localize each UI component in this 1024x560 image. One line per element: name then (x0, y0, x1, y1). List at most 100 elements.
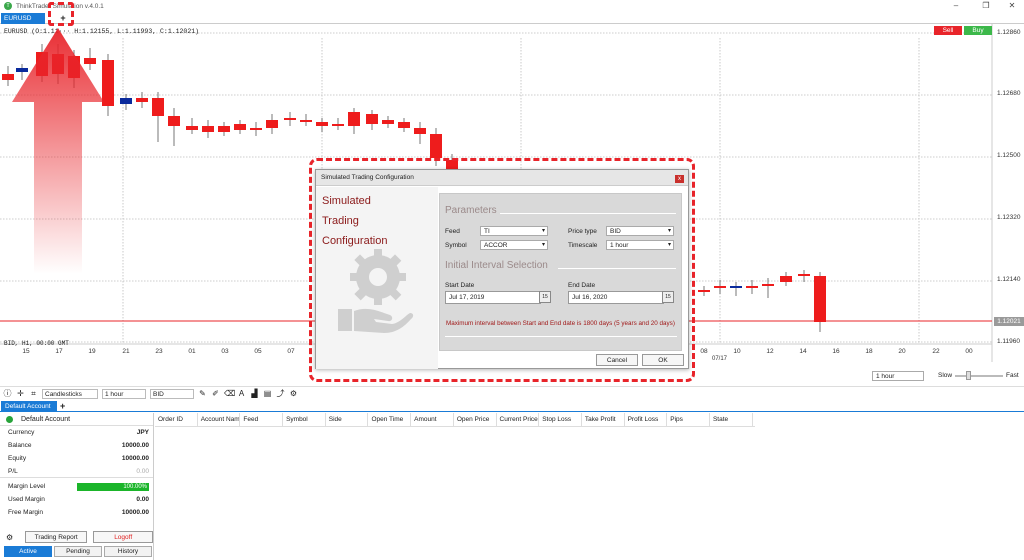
add-account-tab-button[interactable]: + (60, 401, 65, 411)
feed-select[interactable]: TI (480, 226, 548, 236)
indicator-icon[interactable]: ⤴ (276, 388, 285, 399)
pen-icon[interactable]: ✎ (198, 389, 207, 398)
speed-slider-track[interactable] (955, 375, 1003, 377)
column-header[interactable]: Stop Loss (539, 413, 582, 426)
calendar-icon[interactable]: 15 (662, 291, 674, 303)
account-row: Equity 10000.00 (0, 452, 153, 465)
crosshair-icon[interactable]: ✛ (16, 389, 25, 398)
sell-button[interactable]: Sell (934, 26, 962, 35)
parameters-panel: Parameters Feed TI Price type BID Symbol… (439, 193, 682, 351)
column-header[interactable]: State (710, 413, 753, 426)
eraser-icon[interactable]: ⌫ (224, 389, 235, 398)
start-date-input[interactable]: Jul 17, 2019 (445, 291, 541, 304)
date-axis-label: 23 (155, 348, 163, 355)
candle-body (366, 114, 378, 124)
account-name: Default Account (21, 415, 71, 423)
tab-pending[interactable]: Pending (54, 546, 102, 557)
symbol-select[interactable]: ACCOR (480, 240, 548, 250)
date-axis-label: 19 (88, 348, 96, 355)
dialog-close-button[interactable]: x (675, 175, 684, 183)
column-header[interactable]: Feed (240, 413, 284, 426)
feed-label: Feed (445, 228, 460, 235)
buy-button[interactable]: Buy (964, 26, 992, 35)
account-row-value: JPY (136, 429, 149, 436)
minimize-button[interactable]: – (944, 0, 968, 12)
candle-body (780, 276, 792, 282)
info-icon[interactable]: ⓘ (3, 388, 12, 399)
text-icon[interactable]: A (237, 389, 246, 398)
column-header[interactable]: Amount (411, 413, 454, 426)
candle-body (714, 286, 726, 288)
speed-slider-thumb[interactable] (966, 371, 971, 380)
drawing-tools-icon[interactable]: ▟ (250, 389, 259, 398)
column-header[interactable]: Open Price (454, 413, 497, 426)
margin-level-bar: 100.00% (77, 482, 149, 491)
column-header[interactable]: Open Time (368, 413, 412, 426)
pencil-icon[interactable]: ✐ (211, 389, 220, 398)
maximize-button[interactable]: ❐ (974, 0, 998, 12)
column-header[interactable]: Symbol (283, 413, 326, 426)
price-type-label: Price type (568, 228, 597, 235)
parameters-heading: Parameters (445, 205, 497, 216)
candle-body (234, 124, 246, 130)
speed-slow-label: Slow (938, 372, 953, 379)
account-row-value: 10000.00 (121, 455, 149, 462)
account-row-label: Balance (8, 442, 32, 449)
price-type-select[interactable]: BID (606, 226, 674, 236)
column-header[interactable]: Current Price (497, 413, 540, 426)
tab-active[interactable]: Active (4, 546, 52, 557)
close-window-button[interactable]: ✕ (1000, 0, 1024, 12)
timeframe-select[interactable]: 1 hour (102, 388, 146, 399)
used-margin-row: Used Margin 0.00 (0, 493, 153, 506)
tab-default-account[interactable]: Default Account (1, 401, 57, 412)
logoff-button[interactable]: Logoff (93, 531, 154, 543)
candle-body (300, 120, 312, 122)
price-type-select[interactable]: BID (150, 388, 194, 399)
side-title-line: Configuration (322, 235, 388, 247)
price-axis-label: 1.11960 (997, 338, 1021, 345)
used-margin-value: 0.00 (136, 496, 149, 503)
cancel-button[interactable]: Cancel (596, 354, 638, 366)
date-axis-label: 17 (55, 348, 63, 355)
column-header[interactable]: Pips (667, 413, 710, 426)
price-axis-label: 1.12680 (997, 90, 1021, 97)
chart-toolbar: ⓘ ✛ ⌗ Candlesticks 1 hour BID ✎ ✐ ⌫ A ▟ … (0, 386, 1024, 400)
side-title-line: Trading (322, 215, 359, 227)
ok-button[interactable]: OK (642, 354, 684, 366)
candle-body (316, 122, 328, 126)
account-row: Currency JPY (0, 426, 153, 439)
column-header[interactable]: Order ID (155, 413, 198, 426)
date-axis-label: 20 (898, 348, 906, 355)
end-date-input[interactable]: Jul 16, 2020 (568, 291, 664, 304)
symbol-label: Symbol (445, 242, 467, 249)
crop-icon[interactable]: ⌗ (29, 389, 38, 399)
trading-report-button[interactable]: Trading Report (25, 531, 88, 543)
tab-history[interactable]: History (104, 546, 152, 557)
account-settings-icon[interactable]: ⚙ (6, 533, 13, 542)
column-header[interactable]: Account Name (198, 413, 241, 426)
date-axis-label: 07 (287, 348, 295, 355)
annotation-arrow-icon (12, 28, 104, 274)
dialog-side-panel: Simulated Trading Configuration (316, 187, 438, 369)
candle-body (730, 286, 742, 288)
timescale-select[interactable]: 1 hour (606, 240, 674, 250)
tab-eurusd[interactable]: EURUSD (1, 13, 45, 24)
settings-icon[interactable]: ⚙ (289, 389, 298, 398)
chart-type-select[interactable]: Candlesticks (42, 388, 98, 399)
template-icon[interactable]: ▤ (263, 389, 272, 398)
speed-fast-label: Fast (1006, 372, 1019, 379)
account-row-value: 10000.00 (121, 442, 149, 449)
date-axis-label: 10 (733, 348, 741, 355)
candle-body (814, 276, 826, 322)
account-row: Balance 10000.00 (0, 439, 153, 452)
calendar-icon[interactable]: 15 (539, 291, 551, 303)
account-header: Default Account (0, 413, 153, 426)
column-header[interactable]: Take Profit (582, 413, 625, 426)
simulation-timeframe-select[interactable]: 1 hour (872, 371, 924, 381)
date-axis-label: 00 (965, 348, 973, 355)
date-axis-label: 15 (22, 348, 30, 355)
orders-table-header: Order ID Account Name Feed Symbol Side O… (155, 413, 755, 427)
timescale-label: Timescale (568, 242, 598, 249)
column-header[interactable]: Profit Loss (625, 413, 668, 426)
column-header[interactable]: Side (326, 413, 369, 426)
